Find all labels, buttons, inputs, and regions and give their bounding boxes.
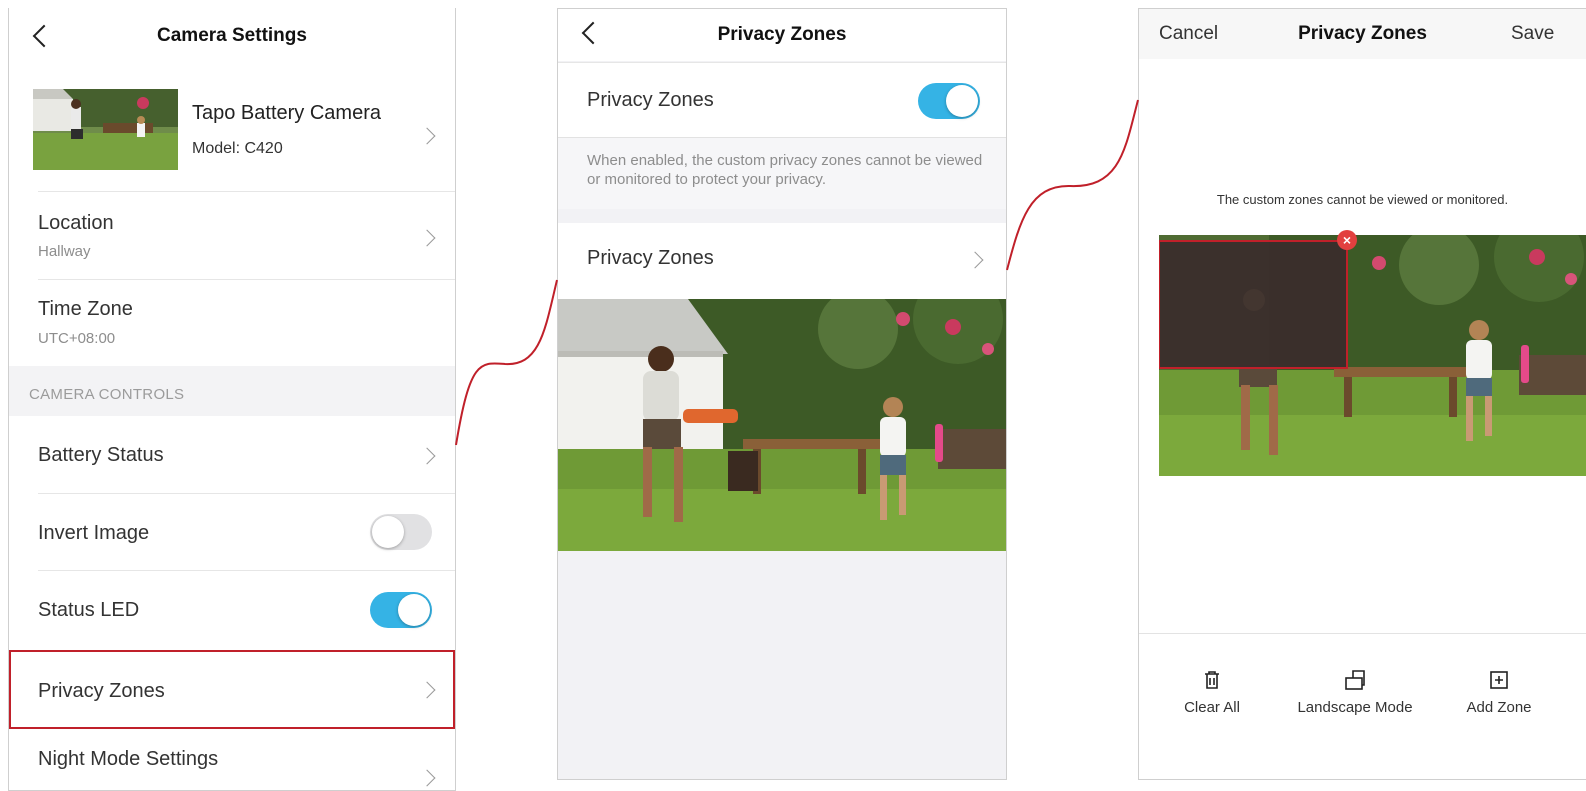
status-led-row: Status LED bbox=[9, 571, 455, 649]
chevron-right-icon bbox=[418, 769, 436, 787]
device-card[interactable]: Tapo Battery Camera Model: C420 bbox=[9, 82, 455, 194]
privacy-zones-nav-label: Privacy Zones bbox=[587, 247, 714, 269]
add-zone-label: Add Zone bbox=[1466, 699, 1532, 716]
privacy-toggle-label: Privacy Zones bbox=[587, 89, 714, 111]
add-zone-button[interactable]: Add Zone bbox=[1439, 669, 1559, 716]
hint-text: The custom zones cannot be viewed or mon… bbox=[1216, 192, 1509, 207]
chevron-right-icon bbox=[418, 229, 436, 247]
device-name: Tapo Battery Camera bbox=[192, 102, 381, 124]
clear-all-button[interactable]: Clear All bbox=[1152, 669, 1272, 716]
night-mode-row[interactable]: Night Mode Settings bbox=[9, 730, 455, 790]
privacy-zones-label: Privacy Zones bbox=[38, 680, 165, 702]
privacy-zones-row[interactable]: Privacy Zones bbox=[9, 650, 455, 729]
status-led-label: Status LED bbox=[38, 599, 140, 621]
privacy-description: When enabled, the custom privacy zones c… bbox=[587, 152, 983, 188]
section-header-label: CAMERA CONTROLS bbox=[29, 386, 185, 403]
location-label: Location bbox=[38, 212, 114, 234]
battery-status-row[interactable]: Battery Status bbox=[9, 416, 455, 494]
clear-all-label: Clear All bbox=[1184, 699, 1240, 716]
chevron-right-icon bbox=[418, 681, 436, 699]
camera-thumbnail bbox=[33, 89, 178, 170]
chevron-right-icon bbox=[418, 447, 436, 465]
camera-preview bbox=[558, 299, 1006, 551]
page-title: Privacy Zones bbox=[717, 24, 847, 45]
connector-line-1 bbox=[455, 279, 558, 446]
device-model: Model: C420 bbox=[192, 140, 283, 157]
header: Cancel Privacy Zones Save bbox=[1139, 9, 1586, 59]
battery-status-label: Battery Status bbox=[38, 444, 164, 466]
landscape-mode-label: Landscape Mode bbox=[1297, 699, 1413, 716]
privacy-zones-editor-screen: Cancel Privacy Zones Save The custom zon… bbox=[1138, 8, 1586, 780]
save-button[interactable]: Save bbox=[1511, 23, 1554, 45]
camera-settings-screen: Camera Settings Tapo Battery Camera Mode… bbox=[8, 8, 456, 791]
status-led-toggle[interactable] bbox=[370, 592, 432, 628]
timezone-label: Time Zone bbox=[38, 298, 133, 320]
back-icon[interactable] bbox=[31, 24, 51, 48]
tutorial-stage: Camera Settings Tapo Battery Camera Mode… bbox=[0, 0, 1586, 791]
privacy-zones-nav-row[interactable]: Privacy Zones bbox=[558, 223, 1006, 299]
trash-icon bbox=[1201, 669, 1223, 691]
connector-line-2 bbox=[1006, 99, 1139, 271]
chevron-right-icon bbox=[966, 251, 984, 269]
section-header: CAMERA CONTROLS bbox=[9, 366, 455, 416]
privacy-toggle-row: Privacy Zones bbox=[558, 62, 1006, 137]
remove-zone-button[interactable]: × bbox=[1337, 230, 1357, 250]
landscape-mode-button[interactable]: Landscape Mode bbox=[1295, 669, 1415, 716]
header: Privacy Zones bbox=[558, 9, 1006, 61]
description-block: When enabled, the custom privacy zones c… bbox=[558, 137, 1006, 209]
invert-image-label: Invert Image bbox=[38, 522, 150, 544]
invert-image-toggle[interactable] bbox=[370, 514, 432, 550]
toolbar-divider bbox=[1139, 633, 1586, 634]
camera-preview bbox=[1159, 235, 1586, 476]
chevron-right-icon bbox=[418, 127, 436, 145]
back-icon[interactable] bbox=[580, 21, 600, 45]
location-row[interactable]: Location Hallway bbox=[9, 192, 455, 280]
invert-image-row: Invert Image bbox=[9, 494, 455, 571]
timezone-row[interactable]: Time Zone UTC+08:00 bbox=[9, 280, 455, 366]
timezone-value: UTC+08:00 bbox=[38, 330, 116, 347]
privacy-zones-screen: Privacy Zones Privacy Zones When enabled… bbox=[557, 8, 1007, 780]
rotate-screen-icon bbox=[1344, 669, 1366, 691]
privacy-zones-toggle[interactable] bbox=[918, 83, 980, 119]
night-mode-label: Night Mode Settings bbox=[38, 748, 219, 770]
header: Camera Settings bbox=[9, 8, 455, 64]
location-value: Hallway bbox=[38, 243, 91, 260]
add-square-icon bbox=[1488, 669, 1510, 691]
page-title: Camera Settings bbox=[157, 25, 307, 46]
